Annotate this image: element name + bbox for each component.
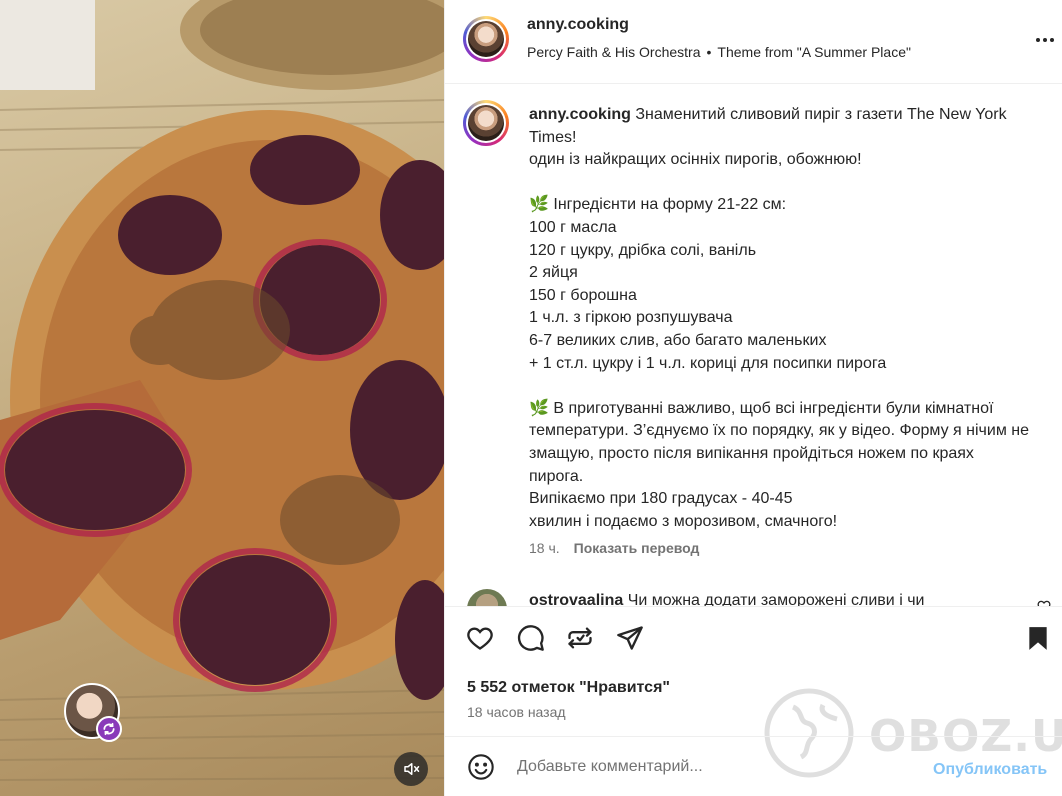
caption-line: 🌿 В приготуванні важливо, щоб всі інгред… — [529, 399, 1029, 485]
music-artist[interactable]: Percy Faith & His Orchestra — [527, 44, 701, 60]
more-options-button[interactable] — [1033, 28, 1057, 52]
comment-icon — [517, 625, 544, 651]
speaker-muted-icon — [404, 763, 420, 775]
caption-line: 1 ч.л. з гіркою розпушувача — [529, 309, 733, 327]
caption-line: 150 г борошна — [529, 286, 637, 304]
remix-icon — [96, 716, 122, 742]
caption-avatar[interactable] — [463, 100, 509, 146]
send-icon — [617, 626, 643, 650]
small-heart-icon — [1037, 600, 1051, 606]
bookmark-icon — [1029, 627, 1047, 650]
post-actions: 5 552 отметок "Нравится" 18 часов назад … — [445, 606, 1062, 778]
comments-scroll-area[interactable]: anny.cooking Знаменитий сливовий пиріг з… — [445, 84, 1062, 606]
music-info[interactable]: Percy Faith & His Orchestra • Theme from "… — [527, 44, 911, 60]
caption-line: 6-7 великих слив, або багато маленьких — [529, 331, 827, 349]
mute-button[interactable] — [394, 752, 428, 786]
caption-line: 2 яйця — [529, 264, 578, 282]
publish-button[interactable]: Опубликовать — [933, 761, 1047, 779]
post-details-pane: anny.cooking Percy Faith & His Orchestra… — [444, 0, 1062, 796]
likes-count[interactable]: 5 552 отметок "Нравится" — [467, 679, 670, 697]
send-button[interactable] — [613, 621, 647, 655]
repost-button[interactable] — [563, 621, 597, 655]
post-timestamp[interactable]: 18 часов назад — [467, 704, 566, 720]
smiley-icon — [468, 754, 494, 780]
music-separator: • — [706, 44, 712, 60]
post-header: anny.cooking Percy Faith & His Orchestra… — [445, 0, 1062, 84]
caption-username[interactable]: anny.cooking — [529, 106, 631, 123]
caption-line: хвилин і подаємо з морозивом, смачного! — [529, 512, 838, 530]
commenter-avatar[interactable] — [467, 589, 507, 606]
author-username[interactable]: anny.cooking — [527, 16, 629, 34]
caption-line: 120 г цукру, дрібка солі, ваніль — [529, 241, 757, 259]
more-options-icon — [1036, 38, 1054, 42]
commenter-username[interactable]: ostrovaalina — [529, 592, 623, 606]
like-button[interactable] — [463, 621, 497, 655]
comment-input[interactable] — [515, 751, 919, 783]
caption-line: один із найкращих осінніх пирогів, обожн… — [529, 151, 862, 169]
caption-meta: 18 ч. Показать перевод — [529, 540, 699, 556]
caption-line: Випікаємо при 180 градусах - 40-45 — [529, 490, 793, 508]
comment-text-row: ostrovaalina Чи можна додати заморожені … — [529, 592, 924, 606]
author-avatar[interactable] — [463, 16, 509, 62]
comment-item: ostrovaalina Чи можна додати заморожені … — [465, 589, 1055, 606]
comment-button[interactable] — [514, 621, 548, 655]
caption-line: + 1 ст.л. цукру і 1 ч.л. кориці для поси… — [529, 354, 887, 372]
repost-icon — [568, 627, 592, 649]
caption-time[interactable]: 18 ч. — [529, 540, 560, 556]
plum-cake-photo — [0, 0, 444, 781]
caption-line: 100 г масла — [529, 218, 617, 236]
translate-button[interactable]: Показать перевод — [574, 540, 700, 556]
caption-line: 🌿 Інгредієнти на форму 21-22 см: — [529, 196, 787, 214]
emoji-button[interactable] — [467, 753, 495, 781]
comment-composer: Опубликовать — [445, 736, 1062, 796]
heart-icon — [467, 627, 493, 650]
save-button[interactable] — [1021, 621, 1055, 655]
comment-text: Чи можна додати заморожені сливи і чи — [627, 592, 925, 606]
post-media[interactable] — [0, 0, 444, 796]
music-track[interactable]: Theme from "A Summer Place" — [717, 44, 911, 60]
post-caption: anny.cooking Знаменитий сливовий пиріг з… — [529, 104, 1029, 533]
comment-like-button[interactable] — [1037, 599, 1051, 606]
